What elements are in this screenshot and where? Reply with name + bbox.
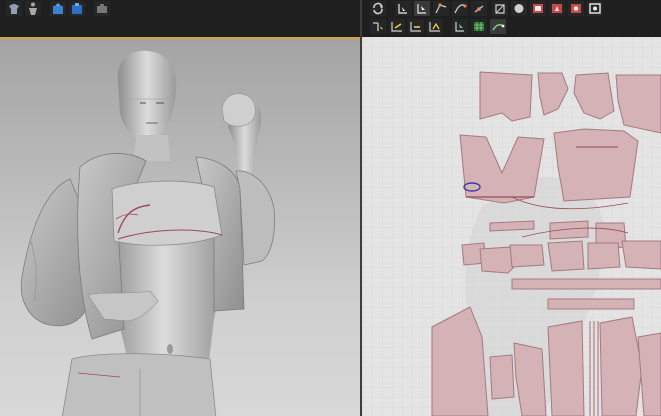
- refresh-icon[interactable]: [370, 1, 386, 16]
- edit-curvature-icon[interactable]: [452, 1, 468, 16]
- pattern-piece[interactable]: [511, 278, 661, 290]
- check-sewing-icon[interactable]: [427, 19, 443, 34]
- rectangle-tool-icon[interactable]: [530, 1, 546, 16]
- circle-tool-icon[interactable]: [492, 1, 508, 16]
- pattern-canvas: [362, 37, 661, 416]
- avatar-icon[interactable]: [25, 1, 41, 16]
- segment-sewing-icon[interactable]: [370, 19, 386, 34]
- garment-icon[interactable]: [6, 1, 22, 16]
- settings-icon[interactable]: [587, 1, 603, 16]
- viewport-2d-toolbar: [362, 0, 661, 37]
- pattern-piece[interactable]: [509, 244, 545, 268]
- internal-polygon-icon[interactable]: [549, 1, 565, 16]
- pattern-piece[interactable]: [489, 220, 535, 232]
- pattern-piece[interactable]: [549, 220, 589, 240]
- viewport-3d[interactable]: [0, 37, 360, 416]
- pattern-piece[interactable]: [621, 240, 661, 270]
- edit-sewing-icon[interactable]: [408, 19, 424, 34]
- edit-point-icon[interactable]: [433, 1, 449, 16]
- select-mesh-icon[interactable]: [452, 19, 468, 34]
- transform-pattern-icon[interactable]: [395, 1, 411, 16]
- internal-rectangle-icon[interactable]: [568, 1, 584, 16]
- free-sewing-icon[interactable]: [389, 19, 405, 34]
- sphere-icon[interactable]: [511, 1, 527, 16]
- texture-icon[interactable]: [471, 19, 487, 34]
- pattern-piece[interactable]: [479, 246, 515, 274]
- pattern-piece[interactable]: [547, 298, 635, 310]
- add-point-icon[interactable]: [471, 1, 487, 16]
- clo3d-workspace: [0, 0, 661, 416]
- pattern-piece[interactable]: [547, 240, 585, 272]
- viewport-2d-pattern[interactable]: [362, 37, 661, 416]
- pattern-piece[interactable]: [587, 242, 621, 270]
- pattern-piece[interactable]: [553, 128, 639, 202]
- edit-pattern-icon[interactable]: [414, 1, 430, 16]
- avatar-render: [20, 50, 275, 416]
- pattern-piece[interactable]: [547, 320, 585, 416]
- pattern-piece[interactable]: [479, 71, 533, 122]
- fold-arrangement-icon[interactable]: [490, 19, 506, 34]
- reset-icon[interactable]: [69, 1, 85, 16]
- pattern-piece[interactable]: [489, 354, 515, 400]
- camera-icon[interactable]: [94, 1, 110, 16]
- viewport-3d-toolbar: [0, 0, 360, 38]
- simulate-icon[interactable]: [50, 1, 66, 16]
